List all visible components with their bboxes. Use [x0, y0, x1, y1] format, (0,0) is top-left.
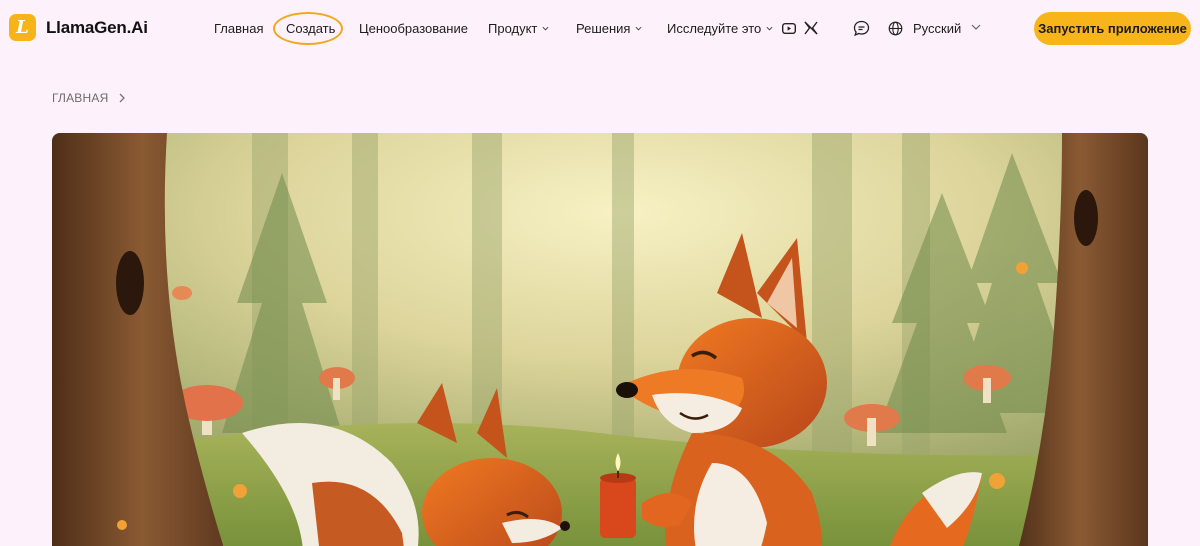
nav-home-link[interactable]: Главная: [214, 19, 263, 37]
nav-explore-label: Исследуйте это: [667, 20, 762, 36]
chevron-down-icon: [542, 26, 549, 31]
nav-explore-dropdown[interactable]: Исследуйте это: [667, 19, 773, 37]
nav-solutions-label: Решения: [576, 20, 631, 36]
nav-create-link[interactable]: Создать: [286, 19, 335, 37]
youtube-icon[interactable]: [780, 19, 798, 37]
launch-app-button[interactable]: Запустить приложение: [1034, 12, 1191, 45]
fox-forest-illustration: [52, 133, 1148, 546]
x-icon[interactable]: [802, 19, 820, 37]
chevron-down-icon: [766, 26, 773, 31]
chevron-down-icon[interactable]: [971, 23, 981, 31]
breadcrumb: ГЛАВНАЯ: [52, 91, 126, 105]
nav-solutions-dropdown[interactable]: Решения: [576, 19, 642, 37]
hero-illustration: [52, 133, 1148, 546]
nav-pricing-link[interactable]: Ценообразование: [359, 19, 468, 37]
globe-icon[interactable]: [886, 19, 904, 37]
nav-product-dropdown[interactable]: Продукт: [488, 19, 549, 37]
chat-icon[interactable]: [852, 19, 870, 37]
language-selector[interactable]: Русский: [913, 19, 961, 37]
language-label: Русский: [913, 20, 962, 36]
chevron-down-icon: [635, 26, 642, 31]
brand-name: LlamaGen.Ai: [46, 17, 148, 37]
brand-logo[interactable]: L LlamaGen.Ai: [9, 14, 148, 41]
logo-mark-icon: L: [9, 14, 36, 41]
breadcrumb-home-link[interactable]: ГЛАВНАЯ: [52, 91, 108, 105]
chevron-right-icon: [119, 93, 126, 103]
nav-product-label: Продукт: [488, 20, 538, 36]
top-navigation: L LlamaGen.Ai Главная Создать Ценообразо…: [0, 0, 1200, 57]
